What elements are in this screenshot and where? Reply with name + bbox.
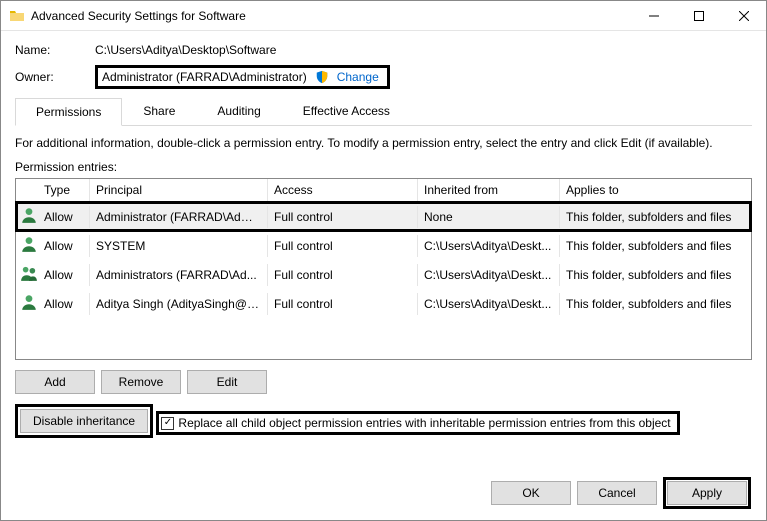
owner-box: Administrator (FARRAD\Administrator) Cha… <box>95 65 390 89</box>
entry-buttons: Add Remove Edit <box>15 370 752 394</box>
tab-permissions[interactable]: Permissions <box>15 98 122 126</box>
cell-inherited: C:\Users\Aditya\Deskt... <box>418 235 560 257</box>
edit-button[interactable]: Edit <box>187 370 267 394</box>
remove-button[interactable]: Remove <box>101 370 181 394</box>
dialog-content: Name: C:\Users\Aditya\Desktop\Software O… <box>1 31 766 448</box>
replace-checkbox[interactable]: ✓ <box>161 417 174 430</box>
table-row[interactable]: Allow Administrator (FARRAD\Admi... Full… <box>16 202 751 231</box>
disable-inheritance-highlight: Disable inheritance <box>15 404 153 438</box>
cell-type: Allow <box>38 206 90 228</box>
entries-label: Permission entries: <box>15 160 752 174</box>
change-owner-link[interactable]: Change <box>337 70 379 84</box>
check-icon: ✓ <box>164 418 172 428</box>
cell-inherited: C:\Users\Aditya\Deskt... <box>418 264 560 286</box>
name-label: Name: <box>15 43 95 57</box>
col-access[interactable]: Access <box>268 179 418 201</box>
user-icon <box>20 213 38 227</box>
window-title: Advanced Security Settings for Software <box>31 9 631 23</box>
disable-inheritance-button[interactable]: Disable inheritance <box>20 409 148 433</box>
cell-principal: Aditya Singh (AdityaSingh@o... <box>90 293 268 315</box>
dialog-buttons: OK Cancel Apply <box>491 477 751 509</box>
user-icon <box>20 242 38 256</box>
permissions-list: Type Principal Access Inherited from App… <box>15 178 752 360</box>
user-icon <box>20 300 38 314</box>
shield-icon <box>315 70 329 84</box>
replace-checkbox-label[interactable]: Replace all child object permission entr… <box>178 416 670 430</box>
replace-checkbox-highlight: ✓ Replace all child object permission en… <box>156 411 679 435</box>
add-button[interactable]: Add <box>15 370 95 394</box>
title-bar: Advanced Security Settings for Software <box>1 1 766 31</box>
apply-button[interactable]: Apply <box>667 481 747 505</box>
col-inherited[interactable]: Inherited from <box>418 179 560 201</box>
cell-applies: This folder, subfolders and files <box>560 235 751 257</box>
cell-applies: This folder, subfolders and files <box>560 293 751 315</box>
cell-applies: This folder, subfolders and files <box>560 264 751 286</box>
cell-applies: This folder, subfolders and files <box>560 206 751 228</box>
col-principal[interactable]: Principal <box>90 179 268 201</box>
minimize-button[interactable] <box>631 1 676 30</box>
cell-type: Allow <box>38 235 90 257</box>
tab-share[interactable]: Share <box>122 97 196 125</box>
cell-access: Full control <box>268 206 418 228</box>
maximize-button[interactable] <box>676 1 721 30</box>
cell-principal: Administrators (FARRAD\Ad... <box>90 264 268 286</box>
tab-effective-access[interactable]: Effective Access <box>282 97 411 125</box>
owner-label: Owner: <box>15 70 95 84</box>
cell-type: Allow <box>38 264 90 286</box>
name-row: Name: C:\Users\Aditya\Desktop\Software <box>15 43 752 57</box>
col-applies[interactable]: Applies to <box>560 179 751 201</box>
tab-auditing[interactable]: Auditing <box>196 97 281 125</box>
window-controls <box>631 1 766 30</box>
table-row[interactable]: Allow Administrators (FARRAD\Ad... Full … <box>16 260 751 289</box>
folder-icon <box>9 8 25 24</box>
info-text: For additional information, double-click… <box>15 136 752 150</box>
cell-principal: SYSTEM <box>90 235 268 257</box>
col-type[interactable]: Type <box>38 179 90 201</box>
cell-access: Full control <box>268 235 418 257</box>
table-row[interactable]: Allow SYSTEM Full control C:\Users\Adity… <box>16 231 751 260</box>
cancel-button[interactable]: Cancel <box>577 481 657 505</box>
owner-row: Owner: Administrator (FARRAD\Administrat… <box>15 65 752 89</box>
ok-button[interactable]: OK <box>491 481 571 505</box>
close-button[interactable] <box>721 1 766 30</box>
group-icon <box>20 271 38 285</box>
cell-principal: Administrator (FARRAD\Admi... <box>90 206 268 228</box>
cell-inherited: None <box>418 206 560 228</box>
cell-access: Full control <box>268 264 418 286</box>
cell-inherited: C:\Users\Aditya\Deskt... <box>418 293 560 315</box>
tab-bar: Permissions Share Auditing Effective Acc… <box>15 97 752 126</box>
cell-access: Full control <box>268 293 418 315</box>
apply-highlight: Apply <box>663 477 751 509</box>
cell-type: Allow <box>38 293 90 315</box>
owner-value: Administrator (FARRAD\Administrator) <box>102 70 307 84</box>
name-value: C:\Users\Aditya\Desktop\Software <box>95 43 276 57</box>
list-header: Type Principal Access Inherited from App… <box>16 179 751 202</box>
table-row[interactable]: Allow Aditya Singh (AdityaSingh@o... Ful… <box>16 289 751 318</box>
col-icon <box>16 179 38 201</box>
